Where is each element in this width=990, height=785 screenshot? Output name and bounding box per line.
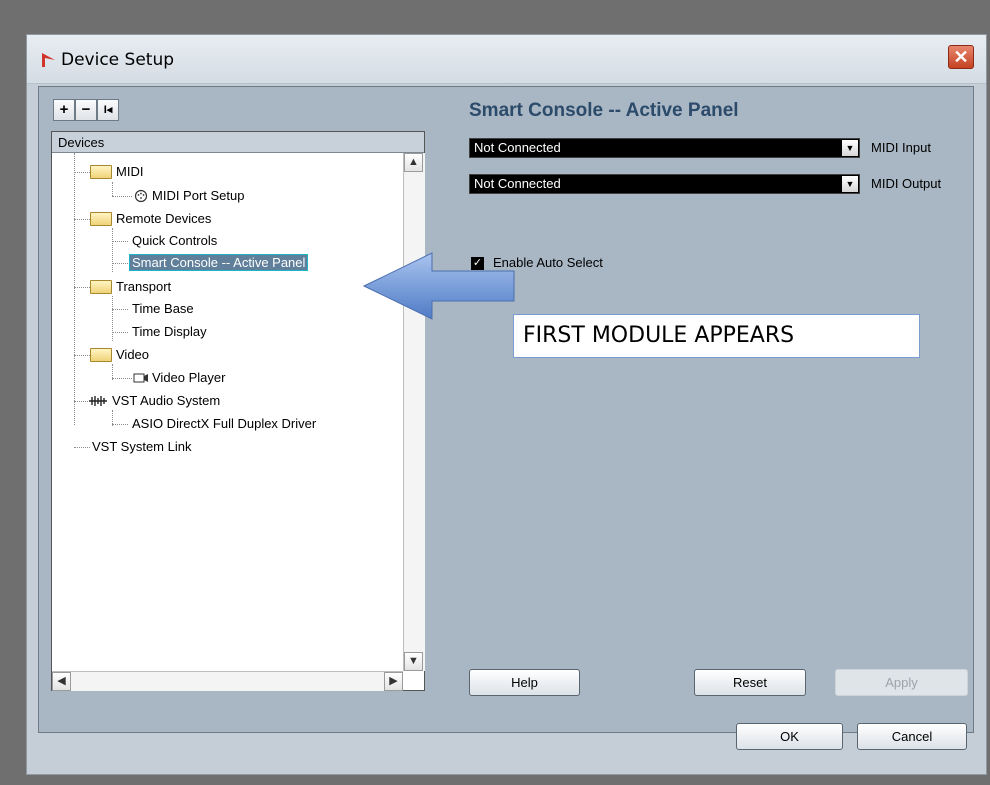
midi-input-label: MIDI Input [871,140,931,155]
tree-node-midi-port-setup[interactable]: MIDI Port Setup [152,188,244,203]
tree-node-vst-audio-system[interactable]: VST Audio System [112,393,220,408]
video-player-icon [133,373,148,383]
scroll-down-icon[interactable]: ▼ [404,652,423,671]
tree-guide-line [74,355,90,356]
horizontal-scrollbar[interactable]: ◀ ▶ [52,671,403,691]
panel-title: Smart Console -- Active Panel [469,100,739,121]
tree-node-video[interactable]: Video [116,347,149,362]
midi-input-value: Not Connected [474,140,561,155]
tree-guide-line [74,219,90,220]
tree-node-vst-system-link[interactable]: VST System Link [92,439,191,454]
scroll-up-icon[interactable]: ▲ [404,153,423,172]
annotation-callout: FIRST MODULE APPEARS [513,314,920,358]
tree-node-time-display[interactable]: Time Display [132,324,207,339]
cubase-logo-icon [42,53,55,67]
tree-node-remote-devices[interactable]: Remote Devices [116,211,211,226]
tree-guide-line [112,196,132,197]
folder-icon [90,348,112,362]
callout-arrow-icon [363,252,515,320]
dialog-body: + − I◂ Devices MIDI MIDI Port Setup Remo… [38,86,974,733]
window-title: Device Setup [61,50,175,70]
tree-guide-line [112,182,113,196]
tree-node-time-base[interactable]: Time Base [132,301,194,316]
tree-guide-line [74,153,75,425]
folder-icon [90,165,112,179]
midi-output-select[interactable]: Not Connected ▼ [469,174,860,194]
midi-output-value: Not Connected [474,176,561,191]
midi-port-icon [134,189,148,203]
tree-guide-line [74,401,88,402]
help-button[interactable]: Help [469,669,580,696]
tree-node-transport[interactable]: Transport [116,279,171,294]
add-device-button[interactable]: + [53,99,75,121]
remove-device-button[interactable]: − [75,99,97,121]
tree-guide-line [112,263,128,264]
chevron-down-icon[interactable]: ▼ [842,140,858,156]
folder-icon [90,280,112,294]
tree-guide-line [112,332,128,333]
tree-node-asio-directx-driver[interactable]: ASIO DirectX Full Duplex Driver [132,416,316,431]
folder-icon [90,212,112,226]
vertical-scrollbar[interactable]: ▲ ▼ [403,153,425,671]
reset-button[interactable]: Reset [694,669,806,696]
title-bar[interactable]: Device Setup ✕ [27,35,986,84]
tree-guide-line [74,172,90,173]
device-setup-window: Device Setup ✕ + − I◂ Devices MIDI MIDI … [26,34,987,775]
tree-node-video-player[interactable]: Video Player [152,370,225,385]
reset-device-button[interactable]: I◂ [97,99,119,121]
midi-output-label: MIDI Output [871,176,942,191]
tree-guide-line [112,296,113,341]
audio-system-icon [89,396,107,406]
midi-input-select[interactable]: Not Connected ▼ [469,138,860,158]
tree-node-smart-console-active-panel[interactable]: Smart Console -- Active Panel [128,254,309,271]
scroll-left-icon[interactable]: ◀ [52,672,71,691]
ok-button[interactable]: OK [736,723,843,750]
tree-guide-line [112,228,113,272]
tree-guide-line [74,447,90,448]
chevron-down-icon[interactable]: ▼ [842,176,858,192]
tree-guide-line [112,378,132,379]
scroll-right-icon[interactable]: ▶ [384,672,403,691]
tree-guide-line [74,287,90,288]
tree-node-quick-controls[interactable]: Quick Controls [132,233,217,248]
close-button[interactable]: ✕ [948,45,974,69]
cancel-button[interactable]: Cancel [857,723,967,750]
apply-button[interactable]: Apply [835,669,968,696]
tree-guide-line [112,309,128,310]
tree-node-midi[interactable]: MIDI [116,164,143,179]
devices-tree[interactable]: Devices MIDI MIDI Port Setup Remote Devi… [51,131,425,691]
devices-column-header: Devices [52,132,424,153]
tree-guide-line [112,241,128,242]
tree-guide-line [112,424,128,425]
